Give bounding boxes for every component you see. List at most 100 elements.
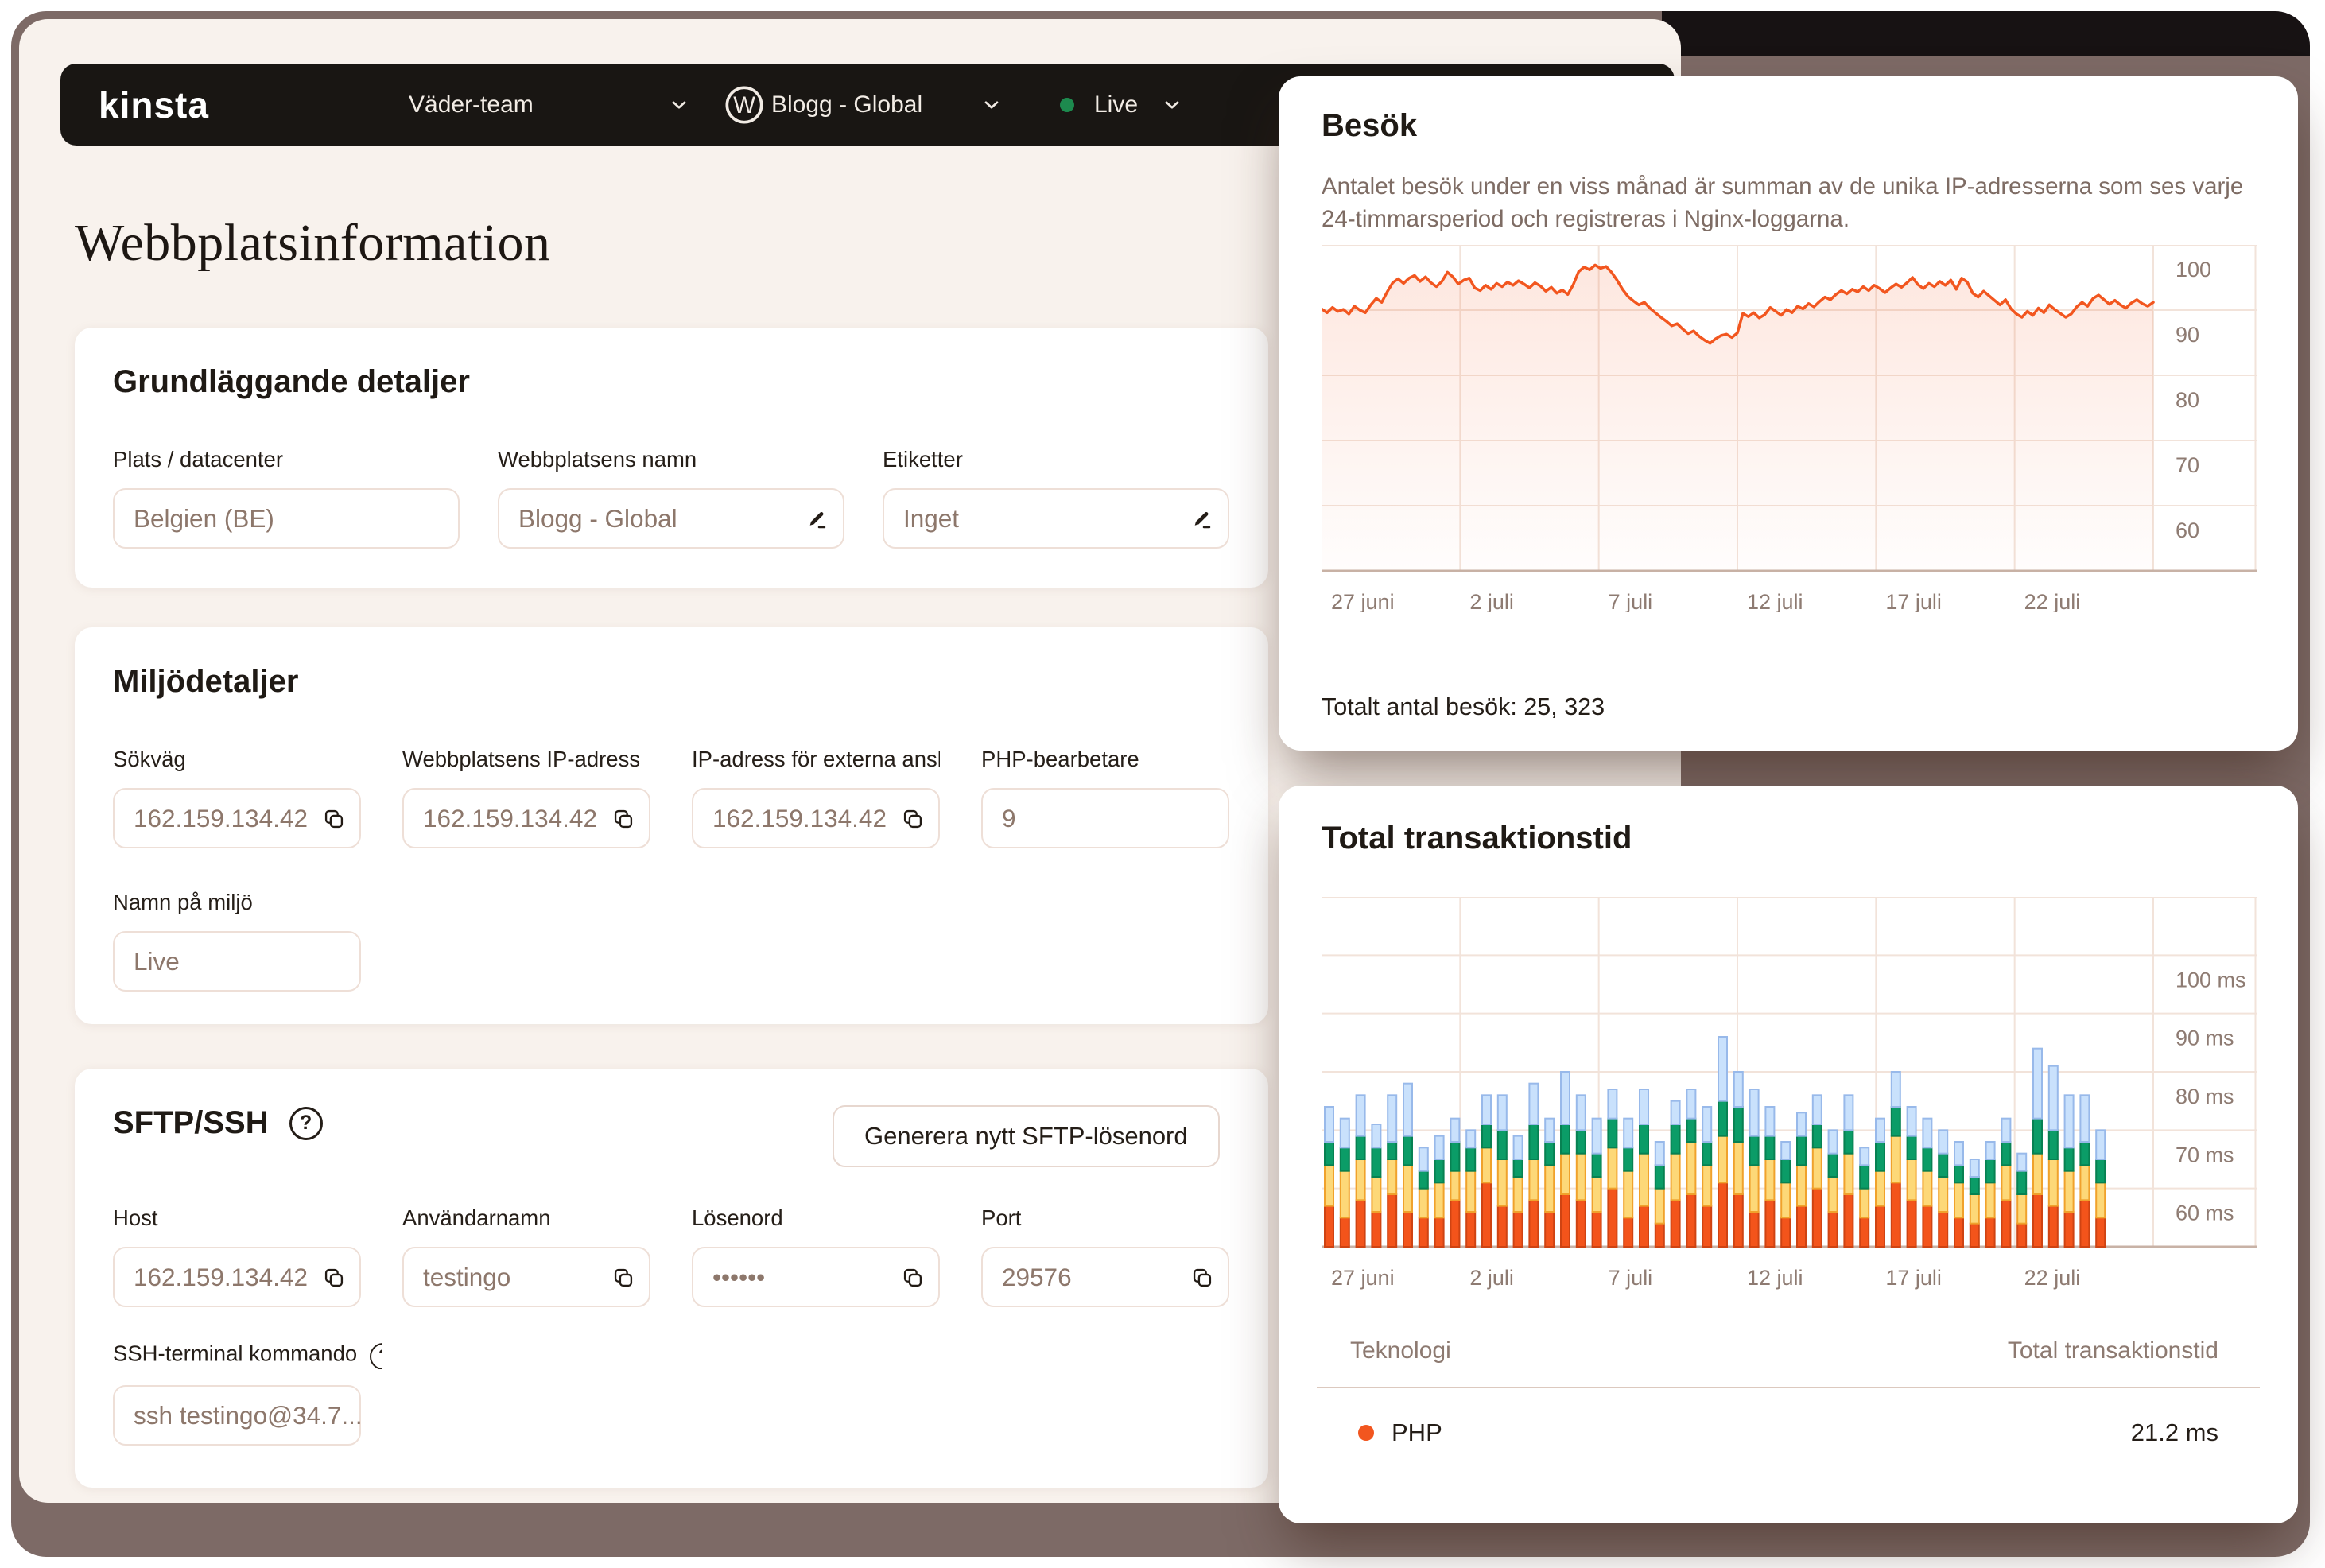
column-total-time: Total transaktionstid xyxy=(2008,1337,2218,1364)
field-label: SSH-terminal kommando? xyxy=(113,1341,361,1369)
svg-text:27 juni: 27 juni xyxy=(1331,590,1395,612)
help-icon-clipped[interactable]: ? xyxy=(370,1341,382,1369)
site-selector[interactable]: Blogg - Global xyxy=(771,91,922,118)
svg-text:90: 90 xyxy=(2176,323,2199,347)
sftp-ssh-card: SFTP/SSH ? Generera nytt SFTP-lösenord H… xyxy=(75,1069,1268,1488)
basic-details-card: Grundläggande detaljer Plats / datacente… xyxy=(75,328,1268,588)
svg-text:60 ms: 60 ms xyxy=(2176,1201,2234,1225)
backdrop-top-strip xyxy=(1662,11,2310,56)
environment-selector[interactable]: Live xyxy=(1094,91,1138,118)
svg-text:22 juli: 22 juli xyxy=(2024,1266,2081,1290)
php-legend-dot xyxy=(1358,1425,1374,1441)
kinsta-logo: kinsta xyxy=(99,83,209,126)
field-label: Sökväg xyxy=(113,747,361,772)
live-status-dot xyxy=(1060,98,1074,112)
external-ip-field[interactable]: 162.159.134.42 xyxy=(692,788,940,848)
transaction-time-bar-chart: 100 ms90 ms80 ms70 ms60 ms27 juni2 juli7… xyxy=(1322,897,2257,1291)
svg-text:80: 80 xyxy=(2176,388,2199,412)
field-location: Plats / datacenter Belgien (BE) xyxy=(113,447,460,549)
username-field[interactable]: testingo xyxy=(402,1247,650,1307)
svg-text:60: 60 xyxy=(2176,518,2199,542)
svg-text:17 juli: 17 juli xyxy=(1885,590,1942,612)
svg-text:17 juli: 17 juli xyxy=(1885,1266,1942,1290)
field-label: Plats / datacenter xyxy=(113,447,460,472)
card-title: Grundläggande detaljer xyxy=(113,364,470,400)
copy-icon[interactable] xyxy=(902,1266,924,1288)
svg-text:70: 70 xyxy=(2176,453,2199,477)
field-label: IP-adress för externa anslutningar xyxy=(692,747,940,772)
php-workers-field[interactable]: 9 xyxy=(981,788,1229,848)
copy-icon[interactable] xyxy=(902,807,924,829)
field-label: Webbplatsens namn xyxy=(498,447,844,472)
ssh-command-field[interactable]: ssh testingo@34.7... xyxy=(113,1385,361,1446)
card-title: Miljödetaljer xyxy=(113,664,298,700)
chevron-down-icon[interactable] xyxy=(1162,95,1182,115)
visits-total: Totalt antal besök: 25, 323 xyxy=(1322,693,1605,721)
field-site-ip: Webbplatsens IP-adress 162.159.134.42 xyxy=(402,747,650,848)
field-path: Sökväg 162.159.134.42 xyxy=(113,747,361,848)
svg-text:12 juli: 12 juli xyxy=(1747,1266,1803,1290)
svg-text:100: 100 xyxy=(2176,258,2211,281)
php-time-value: 21.2 ms xyxy=(2131,1419,2218,1447)
copy-icon[interactable] xyxy=(323,807,345,829)
card-title: SFTP/SSH ? xyxy=(113,1105,323,1141)
divider xyxy=(1317,1387,2260,1388)
site-name-field[interactable]: Blogg - Global xyxy=(498,488,844,549)
field-label: Webbplatsens IP-adress xyxy=(402,747,650,772)
field-username: Användarnamn testingo xyxy=(402,1205,650,1307)
visits-title: Besök xyxy=(1322,108,1417,144)
team-selector[interactable]: Väder-team xyxy=(409,91,534,118)
svg-text:2 juli: 2 juli xyxy=(1469,1266,1514,1290)
env-name-field[interactable]: Live xyxy=(113,931,361,992)
edit-icon[interactable] xyxy=(806,507,829,530)
help-icon[interactable]: ? xyxy=(289,1107,323,1140)
environment-details-card: Miljödetaljer Sökväg 162.159.134.42 Webb… xyxy=(75,627,1268,1024)
field-site-name: Webbplatsens namn Blogg - Global xyxy=(498,447,844,549)
field-password: Lösenord •••••• xyxy=(692,1205,940,1307)
php-label: PHP xyxy=(1392,1419,1442,1447)
password-field[interactable]: •••••• xyxy=(692,1247,940,1307)
chevron-down-icon[interactable] xyxy=(981,95,1002,115)
labels-field[interactable]: Inget xyxy=(883,488,1229,549)
svg-text:22 juli: 22 juli xyxy=(2024,590,2081,612)
wordpress-icon: W xyxy=(724,84,765,126)
field-ssh-command: SSH-terminal kommando? ssh testingo@34.7… xyxy=(113,1341,361,1446)
svg-text:70 ms: 70 ms xyxy=(2176,1143,2234,1166)
svg-text:2 juli: 2 juli xyxy=(1469,590,1514,612)
copy-icon[interactable] xyxy=(323,1266,345,1288)
svg-text:W: W xyxy=(733,92,755,118)
transaction-time-card: Total transaktionstid 100 ms90 ms80 ms70… xyxy=(1279,786,2298,1523)
copy-icon[interactable] xyxy=(612,1266,635,1288)
column-technology: Teknologi xyxy=(1350,1337,1451,1364)
host-field[interactable]: 162.159.134.42 xyxy=(113,1247,361,1307)
generate-sftp-password-button[interactable]: Generera nytt SFTP-lösenord xyxy=(833,1105,1220,1167)
field-label: Namn på miljö xyxy=(113,890,361,915)
site-ip-field[interactable]: 162.159.134.42 xyxy=(402,788,650,848)
copy-icon[interactable] xyxy=(612,807,635,829)
svg-text:7 juli: 7 juli xyxy=(1609,590,1653,612)
svg-text:12 juli: 12 juli xyxy=(1747,590,1803,612)
field-label: Etiketter xyxy=(883,447,1229,472)
field-label: Host xyxy=(113,1205,361,1231)
field-php-workers: PHP-bearbetare 9 xyxy=(981,747,1229,848)
field-labels: Etiketter Inget xyxy=(883,447,1229,549)
field-label: Port xyxy=(981,1205,1229,1231)
path-field[interactable]: 162.159.134.42 xyxy=(113,788,361,848)
page-title: Webbplatsinformation xyxy=(75,213,551,274)
field-label: Lösenord xyxy=(692,1205,940,1231)
field-host: Host 162.159.134.42 xyxy=(113,1205,361,1307)
field-label: Användarnamn xyxy=(402,1205,650,1231)
field-env-name: Namn på miljö Live xyxy=(113,890,361,992)
edit-icon[interactable] xyxy=(1191,507,1213,530)
copy-icon[interactable] xyxy=(1191,1266,1213,1288)
table-row: PHP 21.2 ms xyxy=(1358,1419,2218,1447)
svg-text:7 juli: 7 juli xyxy=(1609,1266,1653,1290)
visits-description: Antalet besök under en viss månad är sum… xyxy=(1322,170,2268,235)
location-field[interactable]: Belgien (BE) xyxy=(113,488,460,549)
svg-text:27 juni: 27 juni xyxy=(1331,1266,1395,1290)
field-external-ip: IP-adress för externa anslutningar 162.1… xyxy=(692,747,940,848)
svg-text:80 ms: 80 ms xyxy=(2176,1085,2234,1108)
port-field[interactable]: 29576 xyxy=(981,1247,1229,1307)
transaction-time-title: Total transaktionstid xyxy=(1322,821,1632,856)
chevron-down-icon[interactable] xyxy=(669,95,689,115)
